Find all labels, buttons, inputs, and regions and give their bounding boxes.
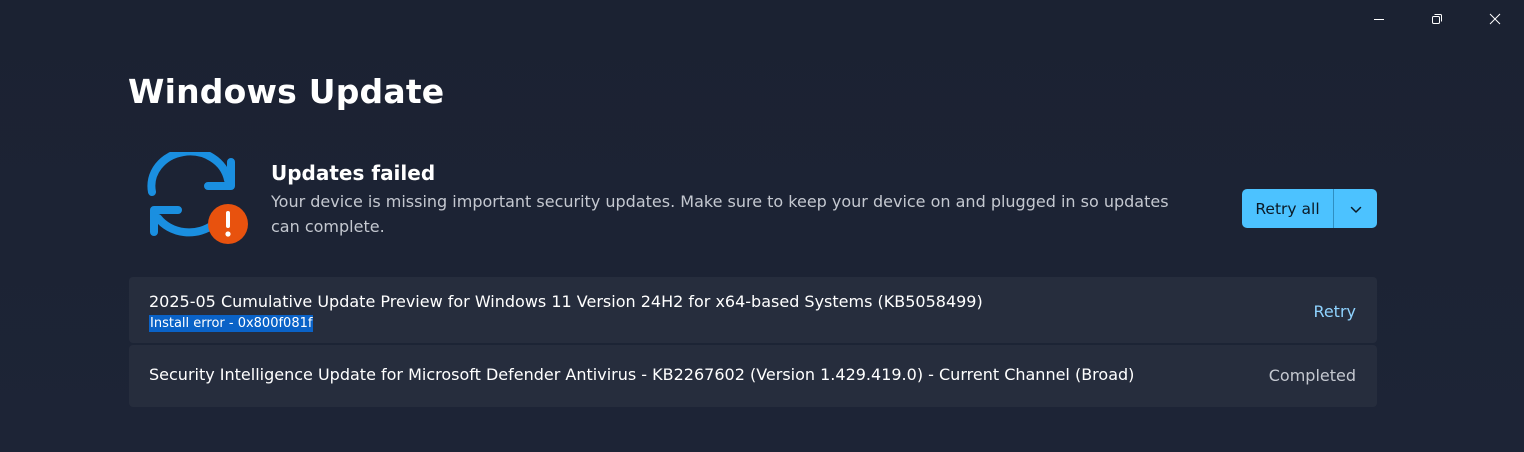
retry-all-button[interactable]: Retry all: [1242, 189, 1333, 228]
window-caption-controls: [1350, 0, 1524, 38]
minimize-button[interactable]: [1350, 0, 1408, 38]
update-name: 2025-05 Cumulative Update Preview for Wi…: [149, 292, 983, 311]
updates-list: 2025-05 Cumulative Update Preview for Wi…: [129, 277, 1377, 409]
status-description: Your device is missing important securit…: [271, 192, 1169, 236]
retry-options-dropdown-button[interactable]: [1334, 189, 1377, 228]
list-item: Security Intelligence Update for Microso…: [129, 345, 1377, 407]
update-status-panel: Updates failed Your device is missing im…: [128, 147, 1378, 250]
list-item: 2025-05 Cumulative Update Preview for Wi…: [129, 277, 1377, 343]
close-button[interactable]: [1466, 0, 1524, 38]
chevron-down-icon: [1350, 199, 1362, 218]
page-title: Windows Update: [128, 72, 445, 111]
minimize-icon: [1373, 13, 1385, 25]
restore-icon: [1431, 13, 1443, 25]
sync-error-icon: [138, 147, 250, 248]
retry-all-split-button: Retry all: [1242, 189, 1377, 228]
update-name: Security Intelligence Update for Microso…: [149, 365, 1135, 384]
update-status: Completed: [1268, 366, 1356, 385]
settings-window: Windows Update Updates failed Your devic…: [0, 0, 1524, 452]
retry-link[interactable]: Retry: [1313, 302, 1356, 321]
status-title: Updates failed: [271, 161, 436, 185]
restore-button[interactable]: [1408, 0, 1466, 38]
update-error-text: Install error - 0x800f081f: [149, 315, 314, 332]
close-icon: [1489, 13, 1501, 25]
